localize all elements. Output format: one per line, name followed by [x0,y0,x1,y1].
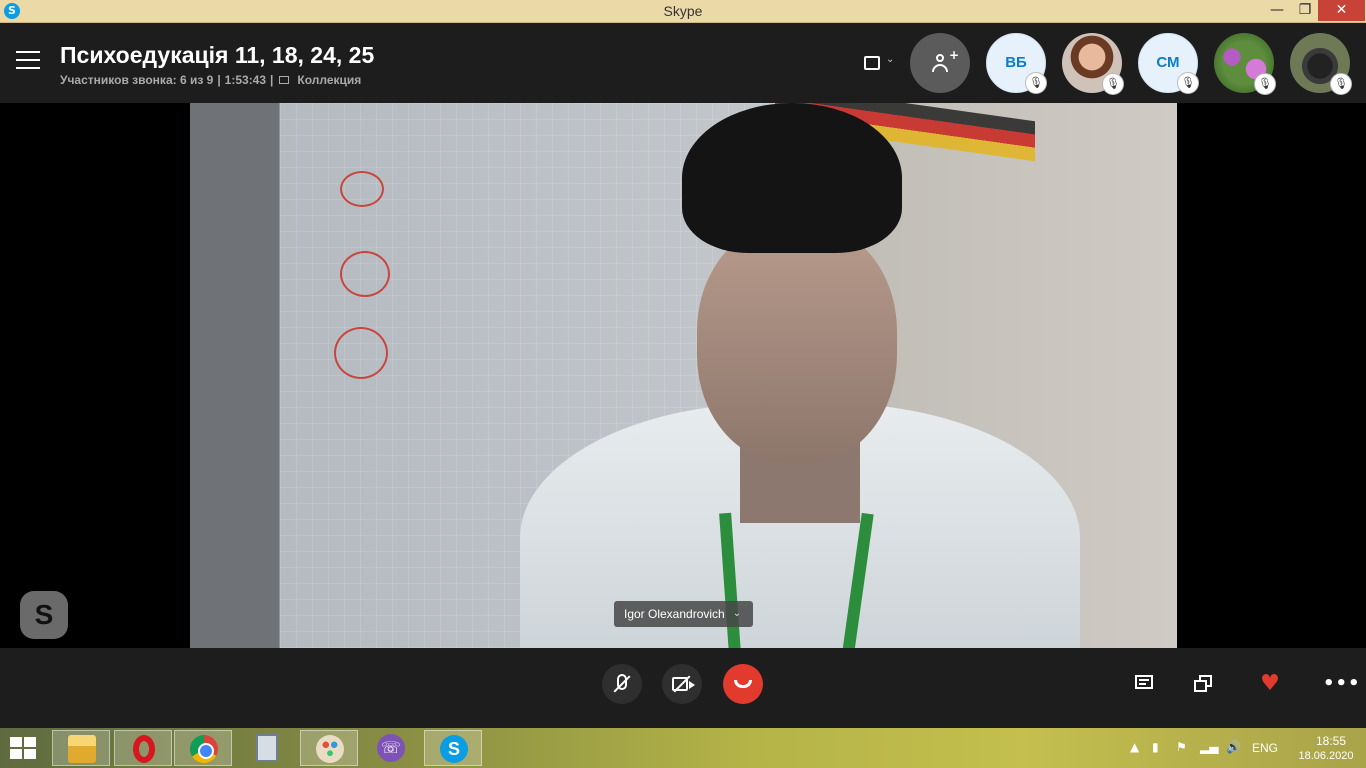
battery-icon[interactable]: ▮ [1152,740,1159,754]
add-person-icon [932,54,948,72]
clock-date[interactable]: 18.06.2020 [1292,750,1360,762]
chrome-icon [190,735,218,763]
calculator-icon [256,734,278,762]
avatar-initials: СМ [1156,54,1180,71]
close-button[interactable]: ✕ [1318,0,1365,21]
separator: | [217,73,221,87]
network-signal-icon[interactable]: ▂▄ [1200,740,1218,754]
more-options-button[interactable]: ••• [1323,672,1360,696]
react-heart-button[interactable]: ♥ [1257,672,1283,696]
gallery-icon[interactable] [279,76,290,84]
hamburger-menu-icon[interactable] [16,51,40,71]
end-call-button[interactable] [723,664,763,704]
participant-avatar[interactable]: 🎙 [1290,33,1352,95]
skype-icon: S [440,735,468,763]
mute-icon: 🎙 [1177,72,1199,94]
taskbar-skype[interactable]: S [424,730,482,766]
remote-video-feed[interactable] [190,103,1177,648]
clock-time[interactable]: 18:55 [1306,734,1356,748]
add-participant-button[interactable]: + [910,33,970,93]
speaker-name-tag[interactable]: Igor Olexandrovich ⌄ [614,601,754,627]
call-subtitle: Участников звонка: 6 из 9 | 1:53:43 | Ко… [60,73,361,87]
window-title-bar: S Skype — ❐ ✕ [0,0,1366,23]
mute-icon: 🎙 [1025,72,1047,94]
crop-icon [864,56,880,70]
maximize-button[interactable]: ❐ [1290,0,1320,21]
paint-palette-icon [316,735,344,763]
opera-icon [133,735,155,763]
participants-count: Участников звонка: 6 из 9 [60,73,214,87]
open-chat-button[interactable] [1131,672,1157,696]
flag-icon[interactable]: ⚑ [1176,740,1187,754]
taskbar-viber[interactable]: ☏ [362,730,420,766]
mute-icon: 🎙 [1254,73,1276,95]
participant-avatar[interactable]: 🎙 [1062,33,1124,95]
crop-view-button[interactable]: ⌄ [862,54,898,74]
participant-avatar[interactable]: СМ 🎙 [1138,33,1199,94]
skype-logo-icon: S [20,591,68,639]
collection-link[interactable]: Коллекция [297,73,361,87]
video-person [340,103,1080,648]
hang-up-icon [734,680,752,688]
windows-start-button[interactable] [10,737,38,761]
mute-icon: 🎙 [1102,73,1124,95]
participant-avatar[interactable]: 🎙 [1214,33,1276,95]
minimize-button[interactable]: — [1262,0,1292,21]
chat-icon [1135,675,1153,689]
window-title: Skype [663,3,703,19]
mute-icon: 🎙 [1330,73,1352,95]
taskbar-opera[interactable] [114,730,172,766]
switch-layout-button[interactable] [1191,672,1217,696]
windows-taskbar: ☏ S ▲ ▮ ⚑ ▂▄ 🔊 ENG 18:55 18.06.2020 [0,728,1366,768]
input-language[interactable]: ENG [1252,741,1278,755]
call-title: Психоедукація 11, 18, 24, 25 [60,42,375,68]
folder-icon [68,735,96,763]
show-hidden-icons-icon[interactable]: ▲ [1130,740,1139,754]
separator: | [270,73,274,87]
taskbar-calculator[interactable] [238,730,296,766]
toggle-video-button[interactable] [662,664,702,704]
taskbar-chrome[interactable] [174,730,232,766]
mute-microphone-button[interactable] [602,664,642,704]
taskbar-file-explorer[interactable] [52,730,110,766]
call-controls: ♥ ••• [0,648,1366,728]
participant-avatar[interactable]: ВБ 🎙 [986,33,1047,94]
volume-icon[interactable]: 🔊 [1226,740,1241,754]
chevron-down-icon: ⌄ [886,54,895,65]
chevron-down-icon: ⌄ [732,608,742,619]
viber-icon: ☏ [377,734,405,762]
call-header: Психоедукація 11, 18, 24, 25 Участников … [0,23,1366,103]
call-duration: 1:53:43 [224,73,267,87]
video-stage: S Igor Olexandrovich ⌄ [0,103,1366,648]
speaker-name: Igor Olexandrovich [624,607,725,621]
avatar-initials: ВБ [1005,54,1027,71]
taskbar-paint[interactable] [300,730,358,766]
